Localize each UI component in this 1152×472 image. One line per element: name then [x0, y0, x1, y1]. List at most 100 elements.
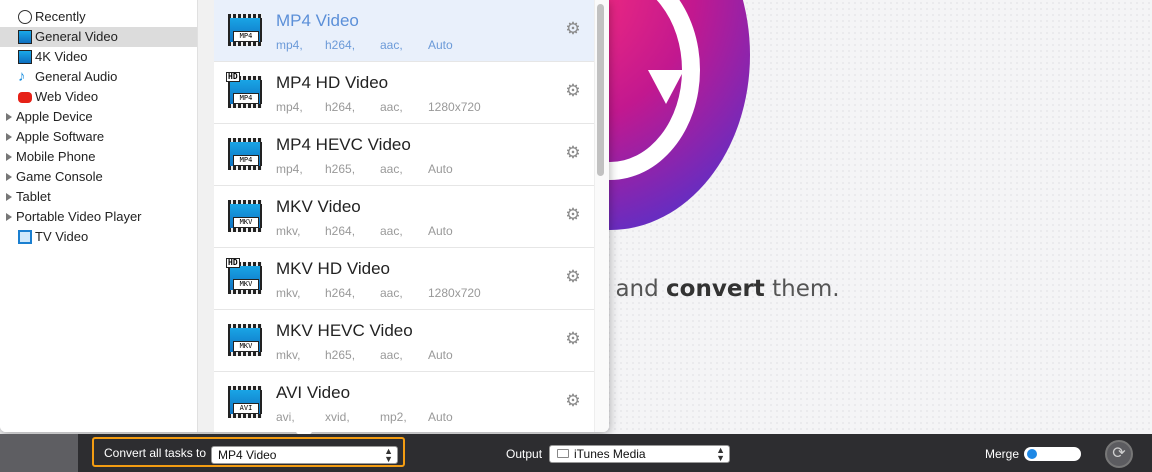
output-folder-value: iTunes Media — [574, 447, 646, 461]
format-row-mkv-hd-video[interactable]: MKV HD MKV HD Video mkv, h264, aac, 1280x720 ⚙ — [214, 248, 594, 310]
format-title: MP4 HD Video — [276, 73, 389, 92]
hd-badge: HD — [226, 72, 240, 82]
film-icon — [18, 30, 32, 44]
youtube-icon — [18, 92, 32, 103]
convert-refresh-icon: ⟳ — [1112, 445, 1126, 462]
category-sidebar: Recently General Video 4K Video ♪ General Au… — [0, 0, 198, 432]
sidebar-item-label: Game Console — [16, 169, 103, 184]
output-folder-select[interactable]: iTunes Media ▲ ▼ — [549, 445, 730, 463]
format-badge: MP4 — [233, 93, 259, 104]
format-row-mp4-hd-video[interactable]: MP4 HD MP4 HD Video mp4, h264, aac, 1280x720 ⚙ — [214, 62, 594, 124]
format-spec: aac, — [380, 224, 403, 238]
sidebar-item-label: General Audio — [35, 69, 118, 84]
convert-all-label: Convert all tasks to — [104, 446, 207, 460]
gear-icon[interactable]: ⚙ — [564, 392, 582, 410]
format-title: MKV Video — [276, 197, 361, 216]
disclosure-triangle-icon[interactable] — [6, 193, 12, 201]
disclosure-triangle-icon[interactable] — [6, 113, 12, 121]
film-strip-shape — [228, 290, 262, 294]
sidebar-item-apple-software[interactable]: Apple Software — [0, 127, 197, 147]
format-badge: MP4 — [233, 155, 259, 166]
video-format-icon: MKV — [228, 200, 262, 232]
format-spec: mp4, — [276, 38, 303, 52]
format-spec: 1280x720 — [428, 100, 481, 114]
sidebar-item-label: General Video — [35, 29, 118, 44]
sidebar-item-tablet[interactable]: Tablet — [0, 187, 197, 207]
format-spec: Auto — [428, 224, 453, 238]
disclosure-triangle-icon[interactable] — [6, 153, 12, 161]
sidebar-item-general-audio[interactable]: ♪ General Audio — [0, 67, 197, 87]
video-format-icon: MKV HD — [226, 258, 262, 294]
sidebar-item-game-console[interactable]: Game Console — [0, 167, 197, 187]
folder-icon — [557, 449, 569, 458]
sidebar-item-general-video[interactable]: General Video — [0, 27, 197, 47]
merge-toggle[interactable] — [1024, 447, 1081, 461]
4k-film-icon — [18, 50, 32, 64]
sidebar-item-web-video[interactable]: Web Video — [0, 87, 197, 107]
sidebar-item-apple-device[interactable]: Apple Device — [0, 107, 197, 127]
gear-icon[interactable]: ⚙ — [564, 82, 582, 100]
format-spec: mp4, — [276, 162, 303, 176]
format-spec: 1280x720 — [428, 286, 481, 300]
sidebar-item-label: TV Video — [35, 229, 89, 244]
drop-hint-tagline: e and convert them. — [594, 276, 840, 302]
sidebar-divider — [198, 0, 214, 432]
film-strip-shape — [228, 228, 262, 232]
format-badge: MP4 — [233, 31, 259, 42]
convert-button[interactable]: ⟳ — [1105, 440, 1133, 468]
format-title: MKV HD Video — [276, 259, 391, 278]
sidebar-item-label: Recently — [35, 9, 86, 24]
video-format-icon: MP4 HD — [226, 72, 262, 108]
select-arrows-icon: ▲ ▼ — [716, 445, 725, 463]
format-badge: MKV — [233, 279, 259, 290]
sidebar-item-label: Apple Device — [16, 109, 93, 124]
disclosure-triangle-icon[interactable] — [6, 213, 12, 221]
film-strip-shape — [228, 14, 262, 18]
gear-icon[interactable]: ⚙ — [564, 268, 582, 286]
format-list-scroll-thumb[interactable] — [597, 4, 604, 176]
gear-icon[interactable]: ⚙ — [564, 20, 582, 38]
format-row-mp4-hevc-video[interactable]: MP4 MP4 HEVC Video mp4, h265, aac, Auto ⚙ — [214, 124, 594, 186]
film-strip-shape — [228, 104, 262, 108]
format-list: MP4 MP4 Video mp4, h264, aac, Auto ⚙ MP4 HD MP4 H… — [214, 0, 594, 432]
format-spec: mp2, — [380, 410, 407, 424]
convert-format-value: MP4 Video — [218, 448, 277, 462]
format-row-avi-video[interactable]: AVI AVI Video avi, xvid, mp2, Auto ⚙ — [214, 372, 594, 432]
format-badge: MKV — [233, 217, 259, 228]
format-spec: mkv, — [276, 348, 301, 362]
film-strip-shape — [228, 352, 262, 356]
film-strip-shape — [228, 414, 262, 418]
format-row-mkv-hevc-video[interactable]: MKV MKV HEVC Video mkv, h265, aac, Auto ⚙ — [214, 310, 594, 372]
video-format-icon: MKV — [228, 324, 262, 356]
sidebar-item-mobile-phone[interactable]: Mobile Phone — [0, 147, 197, 167]
arrow-down-icon — [648, 70, 684, 104]
video-format-icon: MP4 — [228, 138, 262, 170]
convert-format-select[interactable]: MP4 Video ▲ ▼ — [211, 446, 398, 464]
sidebar-item-4k-video[interactable]: 4K Video — [0, 47, 197, 67]
sidebar-item-label: Tablet — [16, 189, 51, 204]
format-spec: avi, — [276, 410, 295, 424]
film-strip-shape — [228, 138, 262, 142]
sidebar-item-recently[interactable]: Recently — [0, 7, 197, 27]
tv-icon — [18, 230, 32, 244]
format-row-mp4-video[interactable]: MP4 MP4 Video mp4, h264, aac, Auto ⚙ — [214, 0, 594, 62]
gear-icon[interactable]: ⚙ — [564, 206, 582, 224]
format-title: MP4 Video — [276, 11, 359, 30]
format-title: AVI Video — [276, 383, 351, 402]
sidebar-item-label: Web Video — [35, 89, 99, 104]
merge-label: Merge — [985, 447, 1020, 461]
format-row-mkv-video[interactable]: MKV MKV Video mkv, h264, aac, Auto ⚙ — [214, 186, 594, 248]
sidebar-item-tv-video[interactable]: TV Video — [0, 227, 197, 247]
disclosure-triangle-icon[interactable] — [6, 133, 12, 141]
format-spec: xvid, — [325, 410, 350, 424]
format-spec: Auto — [428, 162, 453, 176]
gear-icon[interactable]: ⚙ — [564, 144, 582, 162]
format-spec: aac, — [380, 38, 403, 52]
video-format-icon: MP4 — [228, 14, 262, 46]
sidebar-item-label: Portable Video Player — [16, 209, 142, 224]
sidebar-item-portable-video-player[interactable]: Portable Video Player — [0, 207, 197, 227]
gear-icon[interactable]: ⚙ — [564, 330, 582, 348]
format-title: MP4 HEVC Video — [276, 135, 411, 154]
format-spec: mkv, — [276, 286, 301, 300]
disclosure-triangle-icon[interactable] — [6, 173, 12, 181]
